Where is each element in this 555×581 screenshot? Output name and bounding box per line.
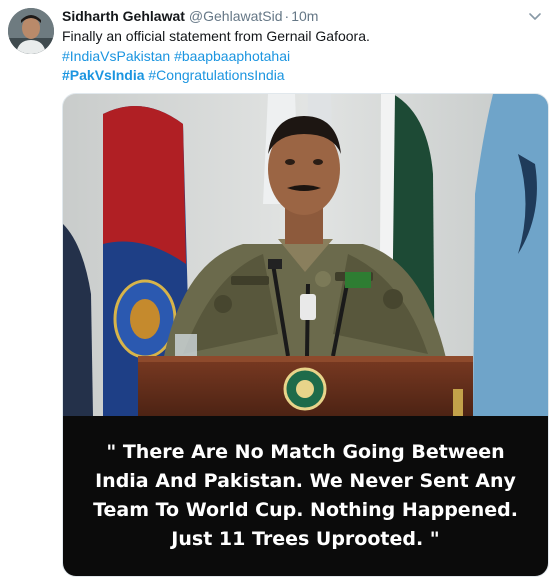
tweet-text: Finally an official statement from Gerna… <box>62 27 539 86</box>
author-name[interactable]: Sidharth Gehlawat <box>62 8 185 24</box>
tweet-timestamp[interactable]: 10m <box>291 8 318 24</box>
caption-line: " There Are No Match Going Between <box>106 441 505 463</box>
hashtag-link[interactable]: #PakVsIndia <box>62 67 145 83</box>
tweet-card: Sidharth Gehlawat @GehlawatSid · 10m Finall… <box>0 0 555 581</box>
quote-caption: " There Are No Match Going Between India… <box>63 416 548 576</box>
hashtag-link[interactable]: #IndiaVsPakistan <box>62 48 170 64</box>
tweet-menu-button[interactable] <box>527 8 543 24</box>
caption-line: Just 11 Trees Uprooted. " <box>171 528 440 550</box>
user-avatar-icon <box>8 8 54 54</box>
caption-line: India And Pakistan. We Never Sent Any <box>95 470 516 492</box>
author-handle[interactable]: @GehlawatSid <box>189 8 283 24</box>
chevron-down-icon <box>529 13 541 20</box>
hashtag-link[interactable]: #baapbaaphotahai <box>174 48 290 64</box>
press-conference-photo <box>63 94 548 416</box>
avatar[interactable] <box>8 8 54 54</box>
tweet-header: Sidharth Gehlawat @GehlawatSid · 10m <box>62 8 519 26</box>
tweet-text-line: Finally an official statement from Gerna… <box>62 28 370 44</box>
tweet-media[interactable]: " There Are No Match Going Between India… <box>62 93 549 577</box>
hashtag-row: #IndiaVsPakistan #baapbaaphotahai <box>62 47 539 67</box>
separator-dot: · <box>284 8 290 24</box>
hashtag-link[interactable]: #CongratulationsIndia <box>148 67 284 83</box>
caption-line: Team To World Cup. Nothing Happened. <box>93 499 518 521</box>
hashtag-row: #PakVsIndia #CongratulationsIndia <box>62 66 539 86</box>
